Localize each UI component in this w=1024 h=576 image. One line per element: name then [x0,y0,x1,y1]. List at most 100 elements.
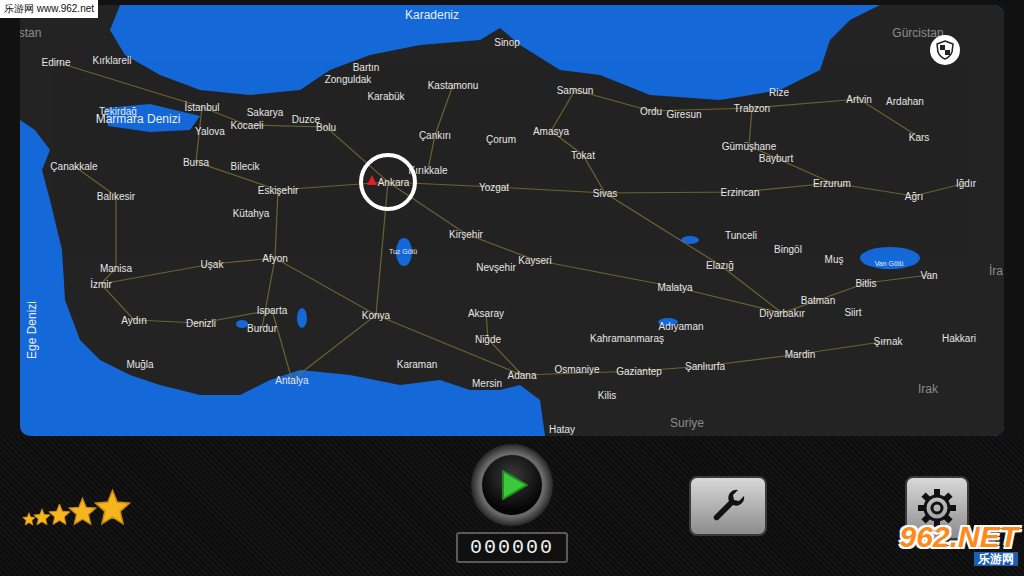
city-label[interactable]: Kars [909,132,930,143]
city-label[interactable]: Malatya [657,282,692,293]
city-label[interactable]: Niğde [475,334,501,345]
city-label[interactable]: Karaman [397,359,438,370]
city-label[interactable]: Kastamonu [428,80,479,91]
city-label[interactable]: Adıyaman [658,321,703,332]
city-label[interactable]: Eskişehir [258,185,299,196]
city-label[interactable]: Kırklareli [93,55,132,66]
shield-button[interactable] [930,35,960,65]
city-label[interactable]: Nevşehir [476,262,515,273]
city-label[interactable]: Erzincan [721,187,760,198]
city-label[interactable]: Erzurum [813,178,851,189]
play-button-face [482,455,542,515]
play-panel: 000000 [452,436,572,576]
city-label[interactable]: Aydın [121,315,146,326]
city-label[interactable]: Bingöl [774,244,802,255]
country-label: stan [20,27,41,40]
city-label[interactable]: Tekirdağ [99,106,137,117]
city-label[interactable]: Diyarbakır [759,308,805,319]
location-marker-icon [367,175,377,185]
turkey-map[interactable]: KaradenizMarmara DeniziEge Denizi stanGü… [20,5,1004,436]
city-label[interactable]: Osmaniye [554,364,599,375]
city-label[interactable]: Edirne [42,57,71,68]
city-label[interactable]: Bolu [316,122,336,133]
city-label[interactable]: Batman [801,295,835,306]
city-label[interactable]: Adana [508,370,537,381]
watermark-brand: 962.NET [900,522,1018,552]
city-label[interactable]: Muğla [126,359,153,370]
city-label[interactable]: Bilecik [231,161,260,172]
city-label[interactable]: Hakkari [942,333,976,344]
city-label[interactable]: Ardahan [886,96,924,107]
city-label[interactable]: Ankara [378,177,410,188]
city-label[interactable]: Gümüşhane [722,141,776,152]
selected-city-ring[interactable]: Ankara [359,153,417,211]
city-label[interactable]: Yozgat [479,182,509,193]
city-label[interactable]: Sinop [494,37,520,48]
city-label[interactable]: İstanbul [184,102,219,113]
land-shape [20,5,1004,436]
city-label[interactable]: Kocaeli [231,120,264,131]
city-label[interactable]: Elazığ [706,260,734,271]
road-network [56,62,966,380]
city-label[interactable]: Tokat [571,150,595,161]
city-label[interactable]: Bursa [183,157,209,168]
city-label[interactable]: Samsun [557,85,594,96]
city-label[interactable]: Zonguldak [325,74,372,85]
city-label[interactable]: Kirşehir [449,229,483,240]
city-label[interactable]: Ağrı [905,191,923,202]
city-label[interactable]: Mersin [472,378,502,389]
shield-icon [934,39,956,61]
city-label[interactable]: Amasya [533,126,569,137]
city-label[interactable]: Artvin [846,94,872,105]
city-label[interactable]: Kayseri [518,255,551,266]
city-label[interactable]: Yalova [195,126,225,137]
city-label[interactable]: Konya [362,310,390,321]
city-label[interactable]: Çorum [486,134,516,145]
city-label[interactable]: Sivas [593,188,617,199]
city-label[interactable]: Hatay [549,424,575,435]
city-label[interactable]: Isparta [257,305,288,316]
city-label[interactable]: Aksaray [468,308,504,319]
map-frame: KaradenizMarmara DeniziEge Denizi stanGü… [0,0,1024,436]
city-label[interactable]: Giresun [666,109,701,120]
city-label[interactable]: Iğdır [956,178,976,189]
city-label[interactable]: Bartın [353,62,380,73]
city-label[interactable]: Burdur [247,323,277,334]
city-label[interactable]: Balıkesir [97,191,135,202]
play-button[interactable] [471,444,553,526]
score-counter: 000000 [456,532,568,563]
city-label[interactable]: Rize [769,87,789,98]
city-label[interactable]: Afyon [262,253,288,264]
lake-label: Van Gölü [875,260,904,268]
country-label: Suriye [670,417,704,430]
city-label[interactable]: Kilis [598,390,616,401]
garage-button[interactable] [689,476,767,536]
city-label[interactable]: Kahramanmaraş [590,333,664,344]
city-label[interactable]: Van [920,270,937,281]
city-label[interactable]: Tunceli [725,230,757,241]
city-label[interactable]: Gaziantep [616,366,662,377]
city-label[interactable]: Bayburt [759,153,793,164]
city-label[interactable]: Sakarya [247,107,284,118]
city-label[interactable]: Denizli [186,318,216,329]
city-label[interactable]: Siirt [844,307,861,318]
city-label[interactable]: Muş [825,254,844,265]
city-label[interactable]: Karabük [367,91,404,102]
city-label[interactable]: Mardin [785,349,816,360]
city-label[interactable]: Ordu [640,106,662,117]
city-label[interactable]: Trabzon [734,103,770,114]
city-label[interactable]: Manisa [100,263,132,274]
city-label[interactable]: Şırnak [874,336,903,347]
sea-label: Karadeniz [405,9,459,22]
city-label[interactable]: Çankırı [419,130,451,141]
watermark: 乐游网 www.962.net [0,0,98,18]
city-label[interactable]: Çanakkale [50,161,97,172]
city-label[interactable]: Antalya [275,375,308,386]
city-label[interactable]: İzmir [90,279,112,290]
city-label[interactable]: Kütahya [233,208,270,219]
city-label[interactable]: Şanlıurfa [685,361,725,372]
van-lake-shape [860,247,920,269]
city-label[interactable]: Duzce [292,114,320,125]
city-label[interactable]: Bitlis [855,278,876,289]
city-label[interactable]: Uşak [201,259,224,270]
